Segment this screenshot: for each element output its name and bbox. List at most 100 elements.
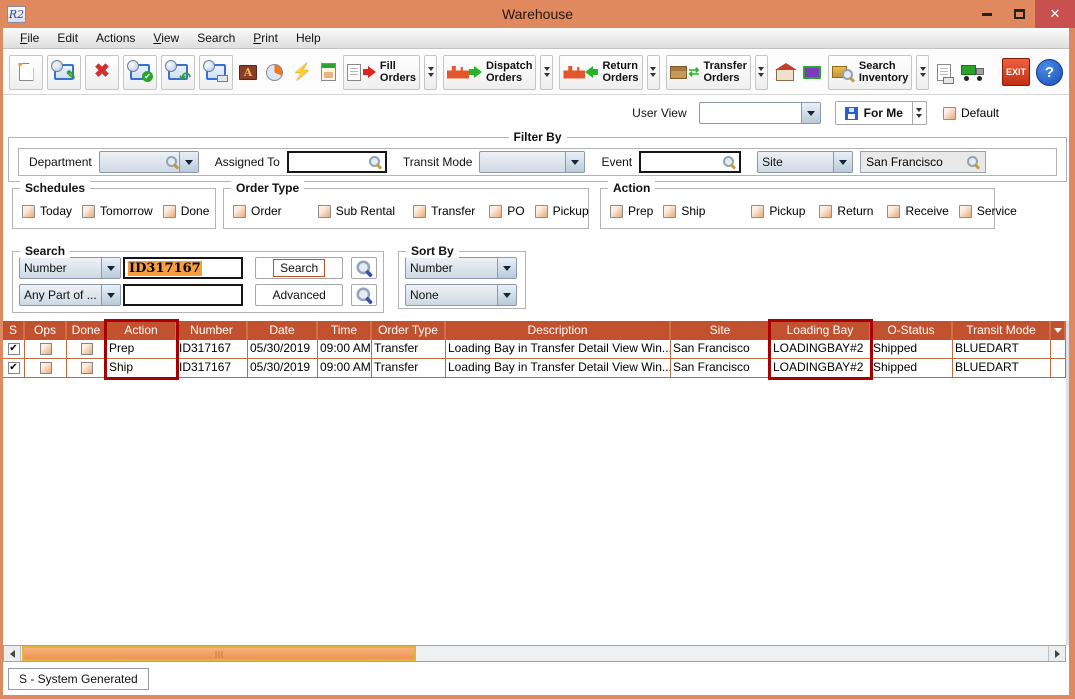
dispatch-orders-button[interactable]: DispatchOrders bbox=[443, 55, 536, 90]
transfer-orders-button[interactable]: ⇄ TransferOrders bbox=[666, 55, 751, 90]
column-header-time[interactable]: Time bbox=[318, 321, 372, 340]
checked-checkbox[interactable]: ✔ bbox=[8, 343, 20, 355]
chevron-down-icon[interactable] bbox=[497, 285, 516, 305]
sub-rental-checkbox[interactable] bbox=[318, 205, 331, 218]
fill-orders-dropdown[interactable] bbox=[424, 55, 437, 90]
time-clock-button[interactable] bbox=[264, 55, 285, 90]
vertical-scrollbar[interactable] bbox=[1066, 321, 1069, 645]
tomorrow-checkbox[interactable] bbox=[82, 205, 95, 218]
sort-primary-combo[interactable]: Number bbox=[405, 257, 517, 279]
column-header-site[interactable]: Site bbox=[671, 321, 771, 340]
edit-schedule-button[interactable]: ✎ bbox=[47, 55, 81, 90]
menu-help[interactable]: Help bbox=[287, 28, 330, 48]
cell-ops[interactable] bbox=[25, 340, 67, 359]
print-list-button[interactable] bbox=[935, 55, 953, 90]
minimize-button[interactable] bbox=[971, 0, 1003, 28]
site-combo[interactable]: Site bbox=[757, 151, 853, 173]
unchecked-checkbox[interactable] bbox=[40, 343, 52, 355]
scroll-right-button[interactable] bbox=[1048, 646, 1065, 661]
return-orders-button[interactable]: ReturnOrders bbox=[559, 55, 642, 90]
transit-mode-combo[interactable] bbox=[479, 151, 585, 173]
av-rental-button[interactable] bbox=[801, 55, 823, 90]
unchecked-checkbox[interactable] bbox=[81, 362, 93, 374]
pick-list-button[interactable] bbox=[319, 55, 338, 90]
search-inventory-button[interactable]: SearchInventory bbox=[828, 55, 913, 90]
search-button[interactable]: Search bbox=[255, 257, 344, 279]
transfer-checkbox[interactable] bbox=[413, 205, 426, 218]
chevron-down-icon[interactable] bbox=[565, 152, 584, 172]
search-input[interactable]: ID317167 bbox=[123, 257, 243, 279]
ship-checkbox[interactable] bbox=[663, 205, 676, 218]
event-input[interactable] bbox=[639, 151, 741, 173]
exit-button[interactable]: EXIT bbox=[1002, 58, 1030, 86]
transfer-orders-dropdown[interactable] bbox=[755, 55, 768, 90]
print-schedule-button[interactable] bbox=[199, 55, 233, 90]
search-secondary-input[interactable] bbox=[123, 284, 243, 306]
default-checkbox[interactable] bbox=[943, 107, 956, 120]
advanced-button[interactable]: Advanced bbox=[255, 284, 344, 306]
column-header-s[interactable]: S bbox=[3, 321, 25, 340]
for-me-button[interactable]: For Me bbox=[836, 102, 912, 124]
menu-view[interactable]: View bbox=[144, 28, 188, 48]
delete-button[interactable]: ✖ bbox=[85, 55, 119, 90]
catalog-button[interactable]: A bbox=[237, 55, 259, 90]
search-go-button[interactable] bbox=[351, 257, 377, 279]
help-button[interactable]: ? bbox=[1036, 59, 1063, 86]
fill-orders-button[interactable]: FillOrders bbox=[343, 55, 420, 90]
checked-checkbox[interactable]: ✔ bbox=[8, 362, 20, 374]
maximize-button[interactable] bbox=[1003, 0, 1035, 28]
unchecked-checkbox[interactable] bbox=[81, 343, 93, 355]
assigned-to-input[interactable] bbox=[287, 151, 387, 173]
column-header-ops[interactable]: Ops bbox=[25, 321, 67, 340]
po-checkbox[interactable] bbox=[489, 205, 502, 218]
revert-schedule-button[interactable]: ↶ bbox=[161, 55, 195, 90]
scroll-left-button[interactable] bbox=[4, 646, 21, 661]
advanced-search-button[interactable] bbox=[351, 284, 377, 306]
scrollbar-thumb[interactable] bbox=[22, 646, 416, 661]
pickup-order-checkbox[interactable] bbox=[535, 205, 548, 218]
service-checkbox[interactable] bbox=[959, 205, 972, 218]
column-header-action[interactable]: Action bbox=[107, 321, 177, 340]
table-row[interactable]: ✔ShipID31716705/30/201909:00 AMTransferL… bbox=[3, 359, 1066, 378]
cell-s[interactable]: ✔ bbox=[3, 359, 25, 378]
user-view-combo[interactable] bbox=[699, 102, 821, 124]
quick-action-button[interactable]: ⚡ bbox=[290, 55, 314, 90]
site-search-field[interactable]: San Francisco bbox=[860, 151, 986, 173]
return-orders-dropdown[interactable] bbox=[647, 55, 660, 90]
order-checkbox[interactable] bbox=[233, 205, 246, 218]
search-scope-combo[interactable]: Any Part of ... bbox=[19, 284, 121, 306]
unchecked-checkbox[interactable] bbox=[40, 362, 52, 374]
return-checkbox[interactable] bbox=[819, 205, 832, 218]
chevron-down-icon[interactable] bbox=[179, 152, 198, 172]
cell-done[interactable] bbox=[67, 359, 107, 378]
column-header-date[interactable]: Date bbox=[248, 321, 318, 340]
column-header-o_status[interactable]: O-Status bbox=[871, 321, 953, 340]
column-header-loading_bay[interactable]: Loading Bay bbox=[771, 321, 871, 340]
receive-checkbox[interactable] bbox=[887, 205, 900, 218]
chevron-down-icon[interactable] bbox=[497, 258, 516, 278]
for-me-dropdown[interactable] bbox=[912, 102, 926, 124]
column-header-description[interactable]: Description bbox=[446, 321, 671, 340]
chevron-down-icon[interactable] bbox=[101, 258, 120, 278]
chevron-down-icon[interactable] bbox=[101, 285, 120, 305]
menu-print[interactable]: Print bbox=[244, 28, 287, 48]
column-header-transit_mode[interactable]: Transit Mode bbox=[953, 321, 1051, 340]
new-schedule-button[interactable]: ✹ bbox=[9, 55, 43, 90]
table-row[interactable]: ✔PrepID31716705/30/201909:00 AMTransferL… bbox=[3, 340, 1066, 359]
delivery-truck-button[interactable] bbox=[958, 55, 988, 90]
chevron-down-icon[interactable] bbox=[833, 152, 852, 172]
column-header-done[interactable]: Done bbox=[67, 321, 107, 340]
pickup-action-checkbox[interactable] bbox=[751, 205, 764, 218]
dispatch-orders-dropdown[interactable] bbox=[540, 55, 553, 90]
department-combo[interactable] bbox=[99, 151, 199, 173]
close-button[interactable]: ✕ bbox=[1035, 0, 1075, 28]
today-checkbox[interactable] bbox=[22, 205, 35, 218]
column-header-order_type[interactable]: Order Type bbox=[372, 321, 446, 340]
menu-actions[interactable]: Actions bbox=[87, 28, 144, 48]
store-button[interactable] bbox=[774, 55, 796, 90]
column-header-number[interactable]: Number bbox=[177, 321, 248, 340]
chevron-down-icon[interactable] bbox=[801, 103, 820, 123]
menu-edit[interactable]: Edit bbox=[48, 28, 87, 48]
done-checkbox[interactable] bbox=[163, 205, 176, 218]
column-header-opts[interactable] bbox=[1051, 321, 1066, 340]
